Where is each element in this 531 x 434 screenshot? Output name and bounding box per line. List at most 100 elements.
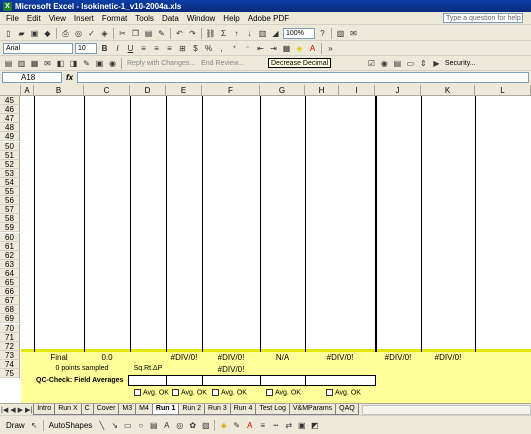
- autoshapes-button[interactable]: AutoShapes: [46, 421, 96, 430]
- bold-icon[interactable]: B: [99, 43, 110, 54]
- shadow-icon[interactable]: ▣: [296, 420, 307, 431]
- review-icon-9[interactable]: ◉: [107, 58, 118, 69]
- row-header[interactable]: 68: [0, 305, 20, 315]
- print-preview-icon[interactable]: ◎: [73, 28, 84, 39]
- row-header[interactable]: 57: [0, 205, 20, 215]
- row-header[interactable]: 74: [0, 359, 20, 369]
- horizontal-scrollbar[interactable]: [361, 404, 531, 415]
- copy-icon[interactable]: ❐: [130, 28, 141, 39]
- col-header-b[interactable]: B: [34, 85, 84, 96]
- row-header[interactable]: 62: [0, 250, 20, 260]
- increase-indent-icon[interactable]: ⇥: [268, 43, 279, 54]
- help-icon[interactable]: ?: [317, 28, 328, 39]
- first-sheet-icon[interactable]: |◀: [0, 406, 9, 414]
- new-icon[interactable]: ▯: [3, 28, 14, 39]
- checkbox-icon[interactable]: [172, 389, 179, 396]
- row-header[interactable]: 53: [0, 168, 20, 178]
- row-header[interactable]: 59: [0, 223, 20, 233]
- draw-menu-button[interactable]: Draw: [3, 421, 28, 430]
- function-icon[interactable]: fx: [66, 73, 73, 82]
- row-header[interactable]: 65: [0, 278, 20, 288]
- print-icon[interactable]: ⎙: [60, 28, 71, 39]
- row-header[interactable]: 73: [0, 350, 20, 360]
- menu-view[interactable]: View: [45, 14, 70, 23]
- checkbox-control-icon[interactable]: ☑: [366, 58, 377, 69]
- menu-help[interactable]: Help: [219, 14, 243, 23]
- zoom-select[interactable]: 100%: [283, 27, 315, 39]
- percent-icon[interactable]: %: [203, 43, 214, 54]
- row-header[interactable]: 49: [0, 132, 20, 142]
- col-header-j[interactable]: J: [375, 85, 421, 96]
- menu-insert[interactable]: Insert: [70, 14, 98, 23]
- col-header-e[interactable]: E: [166, 85, 202, 96]
- tab-run-3[interactable]: Run 3: [204, 404, 231, 415]
- row-header[interactable]: 56: [0, 196, 20, 206]
- help-search-input[interactable]: Type a question for help: [443, 13, 523, 23]
- last-sheet-icon[interactable]: ▶|: [24, 406, 33, 414]
- cell-b71[interactable]: Final: [34, 353, 84, 362]
- cell-f72[interactable]: #DIV/0!: [202, 365, 260, 374]
- align-right-icon[interactable]: ≡: [164, 43, 175, 54]
- menu-adobe-pdf[interactable]: Adobe PDF: [244, 14, 293, 23]
- row-header[interactable]: 71: [0, 332, 20, 342]
- row-header[interactable]: 75: [0, 369, 20, 379]
- hyperlink-icon[interactable]: ⛓: [205, 28, 216, 39]
- oval-icon[interactable]: ○: [135, 420, 146, 431]
- cut-icon[interactable]: ✂: [117, 28, 128, 39]
- formula-input[interactable]: [77, 72, 529, 83]
- select-objects-icon[interactable]: ↖: [29, 420, 40, 431]
- row-header[interactable]: 58: [0, 214, 20, 224]
- currency-icon[interactable]: $: [190, 43, 201, 54]
- font-select[interactable]: Arial: [3, 42, 73, 54]
- spelling-icon[interactable]: ✓: [86, 28, 97, 39]
- row-header[interactable]: 63: [0, 259, 20, 269]
- cell-e71[interactable]: #DIV/0!: [166, 353, 202, 362]
- tab-run-4[interactable]: Run 4: [229, 404, 257, 415]
- tab-m4[interactable]: M4: [135, 404, 153, 415]
- name-box[interactable]: A18: [2, 72, 62, 83]
- decrease-indent-icon[interactable]: ⇤: [255, 43, 266, 54]
- tab-run-x[interactable]: Run X: [54, 404, 82, 415]
- review-icon-8[interactable]: ▣: [94, 58, 105, 69]
- checkbox-icon[interactable]: [266, 389, 273, 396]
- row-header[interactable]: 47: [0, 114, 20, 124]
- tab-run-2[interactable]: Run 2: [178, 404, 206, 415]
- font-size-select[interactable]: 10: [75, 42, 97, 54]
- prev-sheet-icon[interactable]: ◀: [9, 406, 16, 414]
- tab-vm-params[interactable]: V&MParams: [288, 404, 337, 415]
- tab-cover[interactable]: Cover: [92, 404, 120, 415]
- col-header-d[interactable]: D: [130, 85, 166, 96]
- save-icon[interactable]: ▣: [29, 28, 40, 39]
- textbox-icon[interactable]: ▤: [148, 420, 159, 431]
- row-header[interactable]: 70: [0, 323, 20, 333]
- font-color-draw-icon[interactable]: A: [244, 420, 255, 431]
- checkbox-icon[interactable]: [212, 389, 219, 396]
- menu-format[interactable]: Format: [98, 14, 131, 23]
- combo-control-icon[interactable]: ▭: [405, 58, 416, 69]
- cell-k71[interactable]: #DIV/0!: [421, 353, 475, 362]
- row-header[interactable]: 67: [0, 296, 20, 306]
- picture-icon[interactable]: ▨: [200, 420, 211, 431]
- menu-edit[interactable]: Edit: [23, 14, 45, 23]
- review-icon-5[interactable]: ◧: [55, 58, 66, 69]
- tab-run-1[interactable]: Run 1: [151, 404, 180, 415]
- row-header[interactable]: 51: [0, 150, 20, 160]
- review-icon-2[interactable]: ▥: [16, 58, 27, 69]
- review-icon-1[interactable]: ▤: [3, 58, 14, 69]
- cell-j71[interactable]: #DIV/0!: [375, 353, 421, 362]
- italic-icon[interactable]: I: [112, 43, 123, 54]
- review-icon-6[interactable]: ◨: [68, 58, 79, 69]
- fill-color-icon[interactable]: ◈: [294, 43, 305, 54]
- align-left-icon[interactable]: ≡: [138, 43, 149, 54]
- row-header[interactable]: 61: [0, 241, 20, 251]
- diagram-icon[interactable]: ◎: [174, 420, 185, 431]
- checkbox-icon[interactable]: [326, 389, 333, 396]
- redo-icon[interactable]: ↷: [187, 28, 198, 39]
- avg-ok-check-4[interactable]: Avg. OK: [266, 389, 301, 396]
- arrow-style-icon[interactable]: ⇄: [283, 420, 294, 431]
- menu-data[interactable]: Data: [158, 14, 183, 23]
- col-header-k[interactable]: K: [421, 85, 475, 96]
- avg-ok-check-3[interactable]: Avg. OK: [212, 389, 247, 396]
- row-header[interactable]: 52: [0, 159, 20, 169]
- line-icon[interactable]: ╲: [96, 420, 107, 431]
